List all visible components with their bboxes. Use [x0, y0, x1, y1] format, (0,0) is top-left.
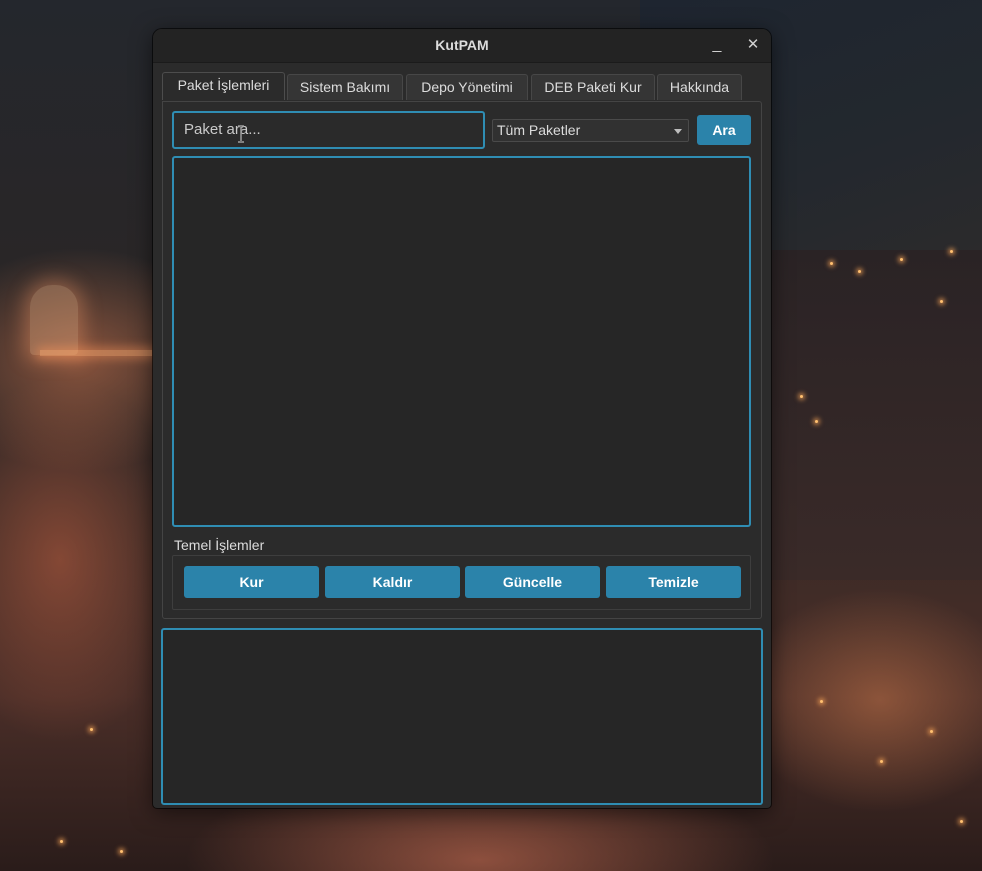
minimize-button[interactable]: _ [706, 35, 728, 57]
city-light [950, 250, 953, 253]
package-results-list[interactable] [172, 156, 751, 527]
city-light [940, 300, 943, 303]
wallpaper-rock-tomb [30, 285, 78, 355]
city-light [830, 262, 833, 265]
city-light [90, 728, 93, 731]
clean-button[interactable]: Temizle [606, 566, 741, 598]
city-light [960, 820, 963, 823]
city-light [120, 850, 123, 853]
tab-paket-islemleri[interactable]: Paket İşlemleri [162, 72, 285, 100]
wallpaper-mountain [770, 250, 982, 580]
city-light [815, 420, 818, 423]
close-button[interactable]: ✕ [742, 35, 764, 57]
search-button[interactable]: Ara [697, 115, 751, 145]
chevron-down-icon [674, 129, 682, 134]
install-button[interactable]: Kur [184, 566, 319, 598]
update-button[interactable]: Güncelle [465, 566, 600, 598]
output-log[interactable] [161, 628, 763, 805]
city-light [820, 700, 823, 703]
city-light [900, 258, 903, 261]
city-light [800, 395, 803, 398]
city-light [930, 730, 933, 733]
tab-depo-yonetimi[interactable]: Depo Yönetimi [406, 74, 528, 100]
remove-button[interactable]: Kaldır [325, 566, 460, 598]
window-title: KutPAM [435, 37, 489, 53]
tab-sistem-bakimi[interactable]: Sistem Bakımı [287, 74, 403, 100]
city-light [858, 270, 861, 273]
kutpam-window: KutPAM _ ✕ Paket İşlemleri Sistem Bakımı… [153, 29, 771, 808]
search-input[interactable]: Paket ara... [172, 111, 485, 149]
title-bar[interactable]: KutPAM _ ✕ [153, 29, 771, 63]
wallpaper-lit-path [40, 350, 152, 356]
package-filter-select[interactable]: Tüm Paketler [492, 119, 689, 142]
city-light [880, 760, 883, 763]
package-filter-value: Tüm Paketler [497, 122, 581, 138]
text-cursor-icon [238, 125, 244, 143]
tab-deb-paketi-kur[interactable]: DEB Paketi Kur [531, 74, 655, 100]
city-light [60, 840, 63, 843]
actions-group-title: Temel İşlemler [174, 537, 265, 553]
tab-hakkinda[interactable]: Hakkında [657, 74, 742, 100]
